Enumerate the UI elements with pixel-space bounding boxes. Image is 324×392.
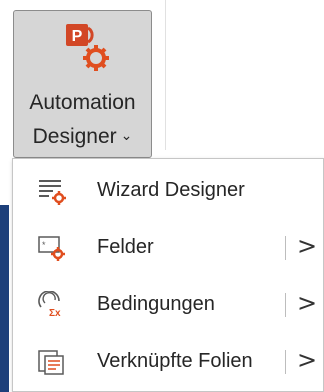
- left-gap: [0, 163, 12, 205]
- menu-item-verknuepfte-folien[interactable]: Verknüpfte Folien >: [13, 334, 323, 390]
- automation-designer-dropdown-menu: Wizard Designer * Felder > Σx Bedingunge…: [12, 158, 324, 392]
- menu-item-label: Bedingungen: [97, 293, 215, 315]
- svg-text:*: *: [42, 240, 46, 250]
- button-label-line2-text: Designer: [32, 125, 117, 148]
- submenu-separator: [285, 293, 286, 317]
- svg-text:Σx: Σx: [49, 308, 61, 319]
- svg-text:P: P: [72, 28, 83, 45]
- button-label-line2: Designer ⌄: [14, 125, 151, 149]
- window-edge-strip: [0, 205, 9, 392]
- powerpoint-gear-icon: P: [66, 24, 109, 71]
- automation-designer-button[interactable]: P Automation Designer ⌄: [13, 10, 152, 158]
- linked-slides-icon: [38, 350, 64, 375]
- chevron-right-icon[interactable]: >: [297, 232, 317, 260]
- submenu-separator: [285, 350, 286, 374]
- wizard-list-gear-icon: [39, 180, 66, 205]
- menu-item-bedingungen[interactable]: Σx Bedingungen >: [13, 277, 323, 333]
- menu-item-label: Verknüpfte Folien: [97, 350, 253, 372]
- submenu-separator: [285, 236, 286, 260]
- ribbon-group-divider: [165, 0, 166, 150]
- menu-item-wizard-designer[interactable]: Wizard Designer: [13, 163, 323, 219]
- menu-item-label: Felder: [97, 236, 154, 258]
- ribbon: P Automation Designer ⌄: [0, 0, 324, 163]
- chevron-down-icon: ⌄: [120, 127, 133, 143]
- field-gear-icon: *: [38, 236, 65, 261]
- condition-formula-icon: Σx: [38, 291, 61, 319]
- button-label-line1: Automation: [29, 91, 136, 114]
- menu-item-felder[interactable]: * Felder >: [13, 220, 323, 276]
- chevron-right-icon[interactable]: >: [297, 289, 317, 317]
- chevron-right-icon[interactable]: >: [297, 346, 317, 374]
- menu-item-label: Wizard Designer: [97, 179, 245, 201]
